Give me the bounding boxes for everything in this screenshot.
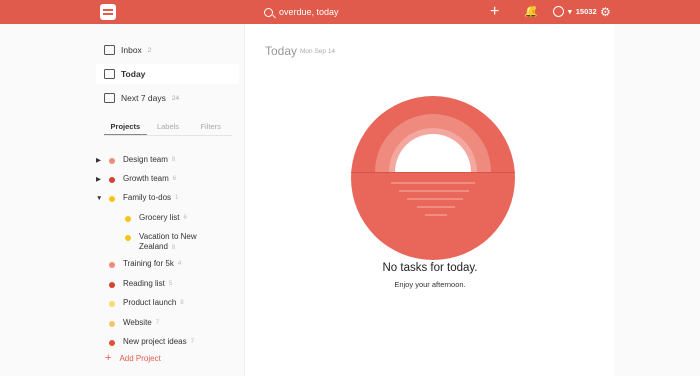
calendar-icon: [104, 69, 115, 79]
project-label-line: New project ideas: [123, 337, 187, 346]
project-color-dot: [109, 262, 115, 268]
project-label-line: Growth team: [123, 174, 169, 183]
sidebar: Inbox 2 Today Next 7 days 24 Projects La…: [88, 24, 244, 376]
project-item[interactable]: New project ideas 7: [96, 337, 194, 348]
empty-state-illustration: [351, 96, 515, 260]
project-color-dot: [109, 158, 115, 164]
add-project-label: Add Project: [119, 353, 161, 363]
search-input[interactable]: overdue, today: [264, 5, 339, 19]
project-label: Training for 5k: [123, 259, 174, 269]
project-label: Design team: [123, 155, 168, 165]
project-color-dot: [109, 196, 115, 202]
add-project-button[interactable]: + Add Project: [105, 352, 161, 364]
project-item[interactable]: Training for 5k 4: [96, 259, 181, 270]
expand-arrow-icon[interactable]: ▶: [96, 174, 106, 186]
project-label: Website: [123, 318, 152, 328]
project-count: 6: [183, 215, 187, 221]
tab-filters[interactable]: Filters: [189, 122, 232, 135]
inbox-count: 2: [147, 46, 152, 54]
empty-state-subtitle: Enjoy your afternoon.: [394, 280, 466, 289]
project-color-dot: [109, 282, 115, 288]
empty-state-title: No tasks for today.: [382, 262, 478, 274]
project-color-dot: [109, 301, 115, 307]
sidebar-tabs: Projects Labels Filters: [104, 122, 232, 136]
project-label: Family to-dos: [123, 193, 171, 203]
project-label-line: Vacation to New: [139, 232, 197, 241]
project-label: Growth team: [123, 174, 169, 184]
project-count: 8: [180, 300, 184, 306]
top-bar: overdue, today + 🔔 ▾ 15032 ⚙: [0, 0, 700, 24]
inbox-label: Inbox: [121, 45, 142, 55]
project-item[interactable]: Reading list 5: [96, 279, 172, 290]
project-label: Grocery list: [139, 213, 179, 223]
project-color-dot: [109, 177, 115, 183]
page-date: Mon Sep 14: [300, 48, 336, 55]
next7-count: 24: [171, 94, 180, 102]
project-label-line: Reading list: [123, 279, 165, 288]
project-item[interactable]: Vacation to New Zealand 8: [112, 232, 197, 254]
project-count: 8: [171, 245, 176, 251]
project-label: New project ideas: [123, 337, 187, 347]
project-label-line: Grocery list: [139, 213, 180, 222]
project-count: 1: [175, 195, 179, 201]
calendar-week-icon: [104, 93, 115, 103]
bell-icon[interactable]: 🔔: [524, 0, 538, 24]
next7-label: Next 7 days: [121, 93, 166, 103]
project-count: 8: [171, 157, 176, 163]
project-item[interactable]: Grocery list 6: [112, 213, 187, 224]
project-label-line: Family to-dos: [123, 193, 172, 202]
expand-arrow-icon[interactable]: ▶: [96, 155, 106, 167]
sidebar-item-next7[interactable]: Next 7 days 24: [104, 88, 179, 108]
add-icon: +: [105, 352, 112, 364]
today-label: Today: [121, 69, 146, 79]
main-panel: Today Mon Sep 14 No tasks for today. Enj…: [244, 24, 614, 376]
project-count: 7: [190, 339, 194, 345]
karma-arrow: ▾: [568, 7, 572, 16]
project-label: Vacation to New Zealand 8: [139, 232, 197, 254]
project-item[interactable]: Website 7: [96, 318, 159, 329]
search-text: overdue, today: [279, 7, 339, 17]
tab-labels[interactable]: Labels: [147, 122, 190, 135]
project-count: 6: [172, 176, 177, 182]
project-label-line: Website: [123, 318, 152, 327]
karma-value: 15032: [575, 7, 597, 16]
search-icon: [264, 7, 273, 17]
project-label-line: Design team: [123, 155, 168, 164]
sidebar-item-today[interactable]: Today: [96, 64, 239, 84]
project-label: Reading list: [123, 279, 165, 289]
project-item[interactable]: Product launch 8: [96, 298, 184, 309]
inbox-icon: [104, 45, 115, 55]
karma-icon: [553, 6, 564, 17]
page-title: Today: [265, 44, 298, 58]
project-item[interactable]: ▼ Family to-dos 1: [96, 193, 178, 205]
sidebar-item-inbox[interactable]: Inbox 2: [104, 40, 151, 60]
project-label-line: Product launch: [123, 298, 177, 307]
project-color-dot: [125, 235, 131, 241]
notification-dot: [532, 6, 536, 10]
plus-icon[interactable]: +: [490, 0, 499, 24]
project-item[interactable]: ▶ Design team 8: [96, 155, 175, 167]
project-color-dot: [125, 216, 131, 222]
project-count: 5: [168, 281, 173, 287]
karma-button[interactable]: ▾ 15032: [553, 6, 597, 17]
gear-icon[interactable]: ⚙: [600, 0, 611, 24]
project-label-line: Zealand: [139, 242, 168, 251]
project-label-line: Training for 5k: [123, 259, 174, 268]
project-label: Product launch: [123, 298, 176, 308]
project-count: 7: [155, 320, 160, 326]
logo-icon[interactable]: [100, 4, 116, 20]
expand-arrow-icon[interactable]: ▼: [96, 193, 106, 205]
project-color-dot: [109, 340, 115, 346]
project-item[interactable]: ▶ Growth team 6: [96, 174, 176, 186]
project-color-dot: [109, 321, 115, 327]
project-count: 4: [177, 261, 182, 267]
tab-projects[interactable]: Projects: [104, 122, 147, 135]
